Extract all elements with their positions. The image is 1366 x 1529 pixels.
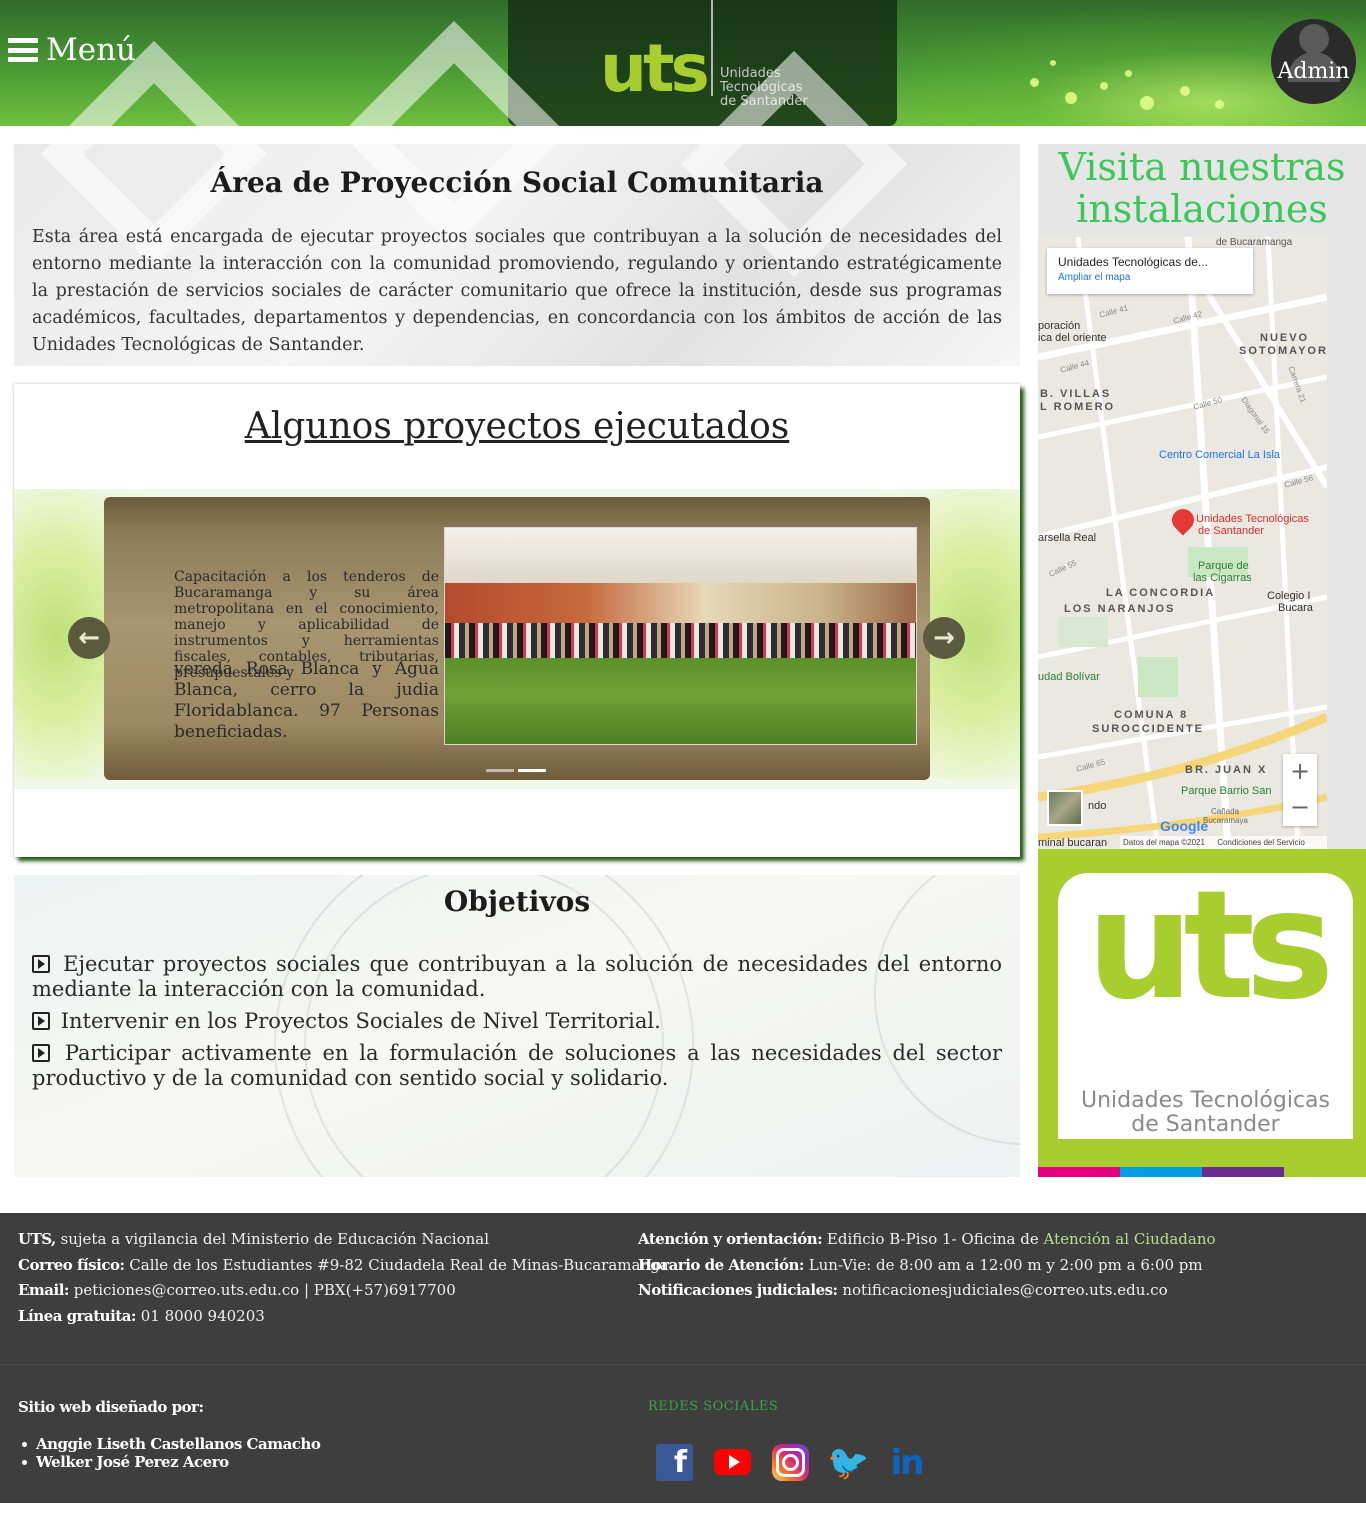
carousel-indicator[interactable] xyxy=(486,769,514,772)
projects-carousel: Capacitación a los tenderos de Bucaraman… xyxy=(14,489,1020,789)
slide-caption: vereda Rosa Blanca y Agua Blanca, cerro … xyxy=(174,659,439,742)
header-sparkle xyxy=(1215,100,1224,109)
footer-divider xyxy=(0,1364,1366,1365)
header-sparkle xyxy=(1140,96,1154,110)
instagram-icon[interactable] xyxy=(772,1444,809,1481)
area-panel: Área de Proyección Social Comunitaria Es… xyxy=(14,20,1020,366)
play-square-icon xyxy=(32,1044,50,1062)
play-square-icon xyxy=(32,955,50,973)
uts-logo-letters: uts xyxy=(1086,859,1335,1033)
area-description: Esta área está encargada de ejecutar pro… xyxy=(32,227,1002,355)
objectives-list: Ejecutar proyectos sociales que contribu… xyxy=(32,952,1002,1098)
map-terms-link[interactable]: Condiciones del Servicio xyxy=(1217,838,1305,847)
footer-email[interactable]: peticiones@correo.uts.edu.co | PBX(+57)6… xyxy=(69,1281,456,1299)
footer-contact-left: UTS, sujeta a vigilancia del Ministerio … xyxy=(18,1230,669,1325)
uts-logo-subtitle: Unidades Tecnológicas de Santander xyxy=(1081,1088,1330,1137)
header-sparkle xyxy=(1030,78,1039,87)
map-enlarge-link[interactable]: Ampliar el mapa xyxy=(1058,272,1242,283)
objective-item: Participar activamente en la formulación… xyxy=(32,1041,1002,1090)
admin-button[interactable]: Admin xyxy=(1271,19,1356,104)
projects-title: Algunos proyectos ejecutados xyxy=(244,406,790,447)
objectives-title: Objetivos xyxy=(443,885,591,918)
header-sparkle xyxy=(1125,70,1132,77)
uts-logo-large: uts Unidades Tecnológicas de Santander xyxy=(1038,849,1366,1177)
map-zoom-controls: + − xyxy=(1283,754,1317,826)
designed-by-label: Sitio web diseñado por: xyxy=(18,1398,204,1416)
google-logo: Google xyxy=(1160,818,1209,834)
hamburger-icon xyxy=(8,38,38,62)
projects-panel: Algunos proyectos ejecutados Capacitació… xyxy=(14,384,1020,857)
site-footer: UTS, sujeta a vigilancia del Ministerio … xyxy=(0,1213,1366,1503)
logo-divider xyxy=(711,0,713,96)
user-icon xyxy=(1299,24,1329,54)
designer-name: Welker José Perez Acero xyxy=(18,1453,320,1471)
menu-label: Menú xyxy=(46,32,137,68)
footer-notif-email[interactable]: notificacionesjudiciales@correo.uts.edu.… xyxy=(838,1281,1167,1299)
carousel-indicator-active[interactable] xyxy=(518,769,546,772)
objective-item: Ejecutar proyectos sociales que contribu… xyxy=(32,952,1002,1001)
menu-button[interactable]: Menú xyxy=(8,30,136,70)
header-sparkle xyxy=(1100,82,1108,90)
visit-title: Visita nuestras instalaciones xyxy=(1058,145,1346,231)
map-satellite-toggle[interactable] xyxy=(1047,790,1083,826)
zoom-in-button[interactable]: + xyxy=(1283,754,1317,790)
header-sparkle xyxy=(1065,92,1077,104)
slide-photo xyxy=(444,527,917,745)
map-info-card: Unidades Tecnológicas de... Ampliar el m… xyxy=(1047,248,1253,294)
social-links: f 🐦 in xyxy=(656,1443,925,1483)
objective-item: Intervenir en los Proyectos Sociales de … xyxy=(32,1009,1002,1034)
objectives-panel: Objetivos Ejecutar proyectos sociales qu… xyxy=(14,875,1020,1177)
social-title: REDES SOCIALES xyxy=(648,1399,779,1414)
arrow-left-icon: ← xyxy=(78,623,100,653)
header-sparkle xyxy=(1050,60,1056,66)
area-title: Área de Proyección Social Comunitaria xyxy=(210,166,824,199)
footer-contact-right: Atención y orientación: Edificio B-Piso … xyxy=(638,1230,1216,1299)
facebook-icon[interactable]: f xyxy=(656,1444,693,1481)
twitter-icon[interactable]: 🐦 xyxy=(827,1443,869,1483)
map-footer: Datos del mapa ©2021 Condiciones del Ser… xyxy=(1120,836,1327,849)
linkedin-icon[interactable]: in xyxy=(888,1443,925,1483)
zoom-out-button[interactable]: − xyxy=(1283,790,1317,826)
header-sparkle xyxy=(1180,86,1190,96)
logo-letters: uts xyxy=(600,30,710,107)
play-square-icon xyxy=(32,1012,50,1030)
carousel-indicators xyxy=(486,769,546,772)
google-map[interactable]: Unidades Tecnológicas de... Ampliar el m… xyxy=(1038,237,1327,849)
arrow-right-icon: → xyxy=(933,623,955,653)
map-data-credit[interactable]: Datos del mapa ©2021 xyxy=(1123,838,1205,847)
carousel-next-button[interactable]: → xyxy=(923,617,965,659)
logo-color-stripe xyxy=(1038,1167,1366,1177)
designers-list: Anggie Liseth Castellanos Camacho Welker… xyxy=(18,1435,321,1471)
designer-name: Anggie Liseth Castellanos Camacho xyxy=(18,1435,321,1453)
carousel-prev-button[interactable]: ← xyxy=(68,617,110,659)
youtube-icon[interactable] xyxy=(714,1449,751,1475)
admin-label: Admin xyxy=(1277,59,1350,84)
atencion-ciudadano-link[interactable]: Atención al Ciudadano xyxy=(1044,1230,1216,1248)
